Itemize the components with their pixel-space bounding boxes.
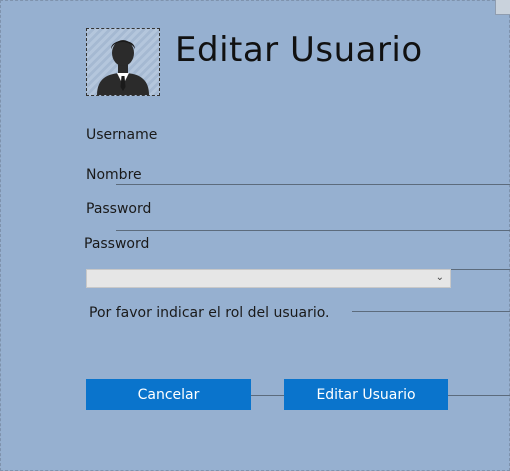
window-corner [495,0,510,15]
button-connector-right [448,395,510,396]
nombre-label: Nombre [86,167,142,183]
role-select-connector [451,269,510,270]
user-avatar-icon [86,28,160,96]
edit-user-button[interactable]: Editar Usuario [284,379,448,410]
button-connector [251,395,284,396]
chevron-down-icon: ⌄ [435,272,444,283]
password-confirm-label: Password [84,236,150,252]
nombre-input[interactable] [116,184,510,185]
password-input[interactable] [116,230,510,231]
role-select[interactable]: ⌄ [86,269,451,288]
password-label: Password [86,201,152,217]
role-hint-line [352,311,510,312]
role-hint: Por favor indicar el rol del usuario. [89,305,330,321]
page-title: Editar Usuario [175,30,423,70]
cancel-button[interactable]: Cancelar [86,379,251,410]
username-label: Username [86,127,158,143]
